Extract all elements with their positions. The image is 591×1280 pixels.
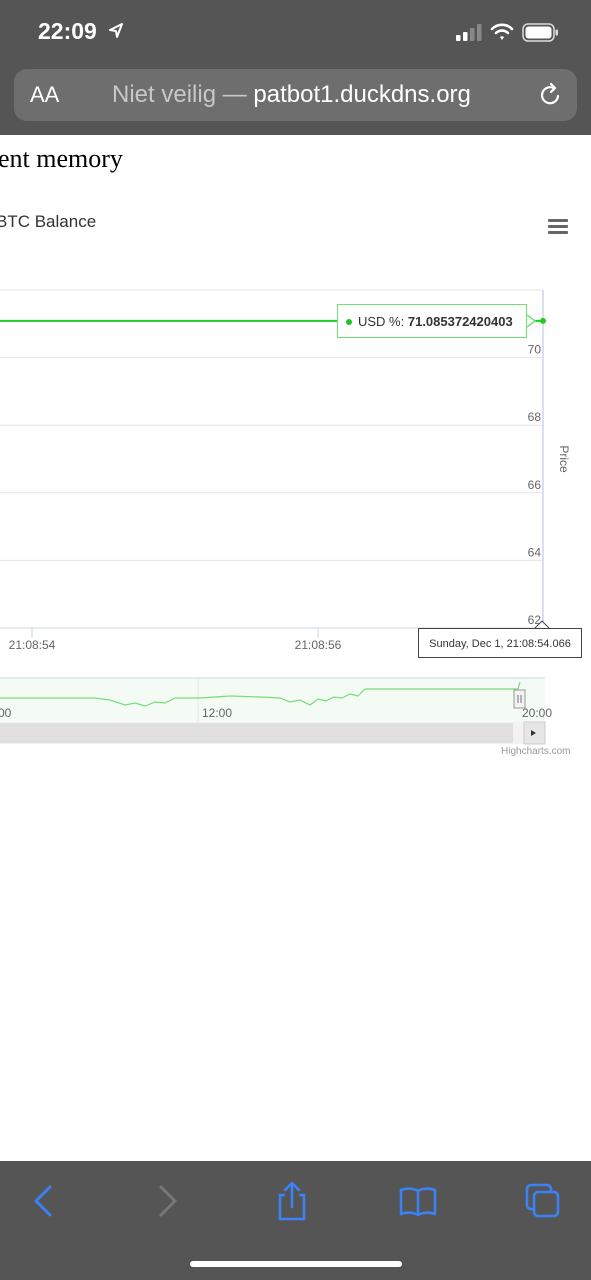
navigator-label-start: 00 xyxy=(0,706,12,720)
balance-chart: 6264666870 21:08:54 21:08:56 Price 00 12:… xyxy=(0,289,571,745)
y-tick-label: 66 xyxy=(528,478,542,492)
x-axis-date-flag: Sunday, Dec 1, 21:08:54.066 xyxy=(418,628,582,658)
share-icon[interactable] xyxy=(270,1179,314,1223)
y-tick-label: 70 xyxy=(528,343,542,357)
y-tick-label: 64 xyxy=(528,545,542,559)
home-indicator xyxy=(190,1261,402,1267)
navigator-scrollbar[interactable] xyxy=(0,721,546,745)
forward-arrow-icon[interactable] xyxy=(145,1179,189,1223)
navigator-selected-area xyxy=(0,678,545,722)
x-tick-labels: 21:08:54 21:08:56 xyxy=(9,628,342,652)
y-tick-labels: 6264666870 xyxy=(528,343,542,627)
navigator[interactable]: 00 12:00 20:00 xyxy=(0,677,552,722)
x-tick-label: 21:08:54 xyxy=(9,638,56,652)
y-axis-title: Price xyxy=(557,445,571,473)
chart-tooltip: USD %: 71.085372420403 xyxy=(337,304,527,338)
bookmarks-icon[interactable] xyxy=(396,1179,440,1223)
back-arrow-icon[interactable] xyxy=(22,1179,66,1223)
series-point-usd xyxy=(540,317,546,324)
y-tick-label: 68 xyxy=(528,410,542,424)
navigator-label-end: 20:00 xyxy=(522,706,552,720)
series-marker-dot xyxy=(346,319,352,325)
highcharts-credit[interactable]: Highcharts.com xyxy=(501,746,570,757)
tooltip-series-label: USD %: xyxy=(358,314,405,329)
navigator-label-mid: 12:00 xyxy=(202,706,232,720)
x-tick-label: 21:08:56 xyxy=(295,638,342,652)
tabs-icon[interactable] xyxy=(521,1179,565,1223)
gridlines xyxy=(0,357,543,561)
tooltip-value: 71.085372420403 xyxy=(407,314,513,329)
scrollbar-thumb[interactable] xyxy=(0,723,513,743)
